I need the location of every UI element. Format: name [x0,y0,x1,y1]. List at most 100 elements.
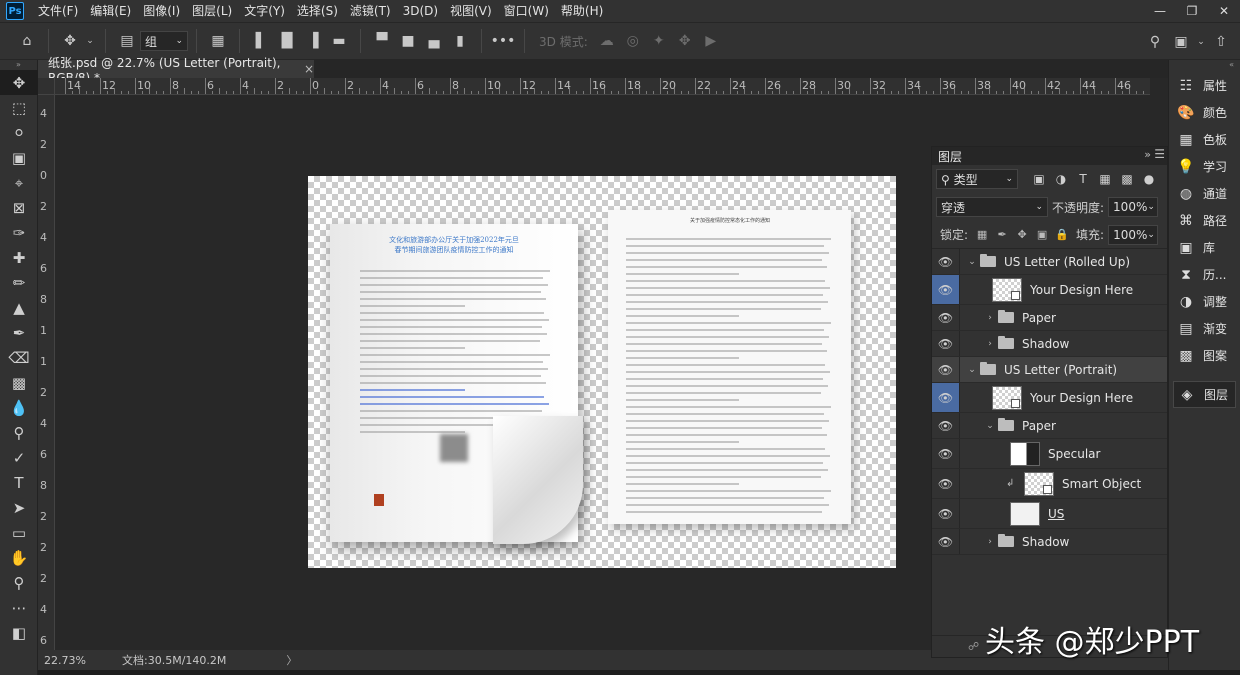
crop-tool-icon[interactable]: ⌖ [0,170,38,195]
smart-object-filter-icon[interactable]: ▩ [1116,172,1138,186]
lock-position-icon[interactable]: ✥ [1012,228,1032,241]
close-icon[interactable]: × [304,62,314,76]
horizontal-ruler[interactable]: 14 12 10 8 6 4 2 0 2 4 6 8 10 12 14 16 18 20 22 24 26 28 30 32 3… [55,78,1150,95]
shape-filter-icon[interactable]: ▦ [1094,172,1116,186]
lasso-tool-icon[interactable]: ⚪ [0,120,38,145]
layer-row[interactable]: 👁 Your Design Here [932,275,1167,305]
workspace-icon[interactable]: ▣ [1170,31,1192,53]
history-brush-tool-icon[interactable]: ✒ [0,320,38,345]
chevron-down-icon[interactable]: ⌄ [966,365,978,375]
dock-item[interactable]: 💡 学习 [1169,153,1240,180]
opacity-input[interactable]: 100% ⌄ [1108,197,1159,217]
pixel-filter-icon[interactable]: ▣ [1028,172,1050,186]
ruler-origin[interactable] [38,78,55,95]
status-menu-arrow[interactable]: 〉 [286,652,297,668]
hand-tool-icon[interactable]: ✋ [0,545,38,570]
align-bottom-icon[interactable]: ▄ [423,30,445,52]
layer-row[interactable]: 👁 › Paper [932,305,1167,331]
layer-row[interactable]: 👁 ⌄ US Letter (Portrait) [932,357,1167,383]
dock-item[interactable]: ◍ 通道 [1169,180,1240,207]
align-middle-icon[interactable]: ■ [397,30,419,52]
panel-menu-icon[interactable]: ☰ [1154,147,1165,161]
adjustment-filter-icon[interactable]: ◑ [1050,172,1072,186]
home-icon[interactable]: ⌂ [16,30,38,52]
align-center-icon[interactable]: █ [276,30,298,52]
layers-panel-title[interactable]: 图层 [938,148,962,165]
collapse-icon[interactable]: « [1169,60,1240,72]
layer-row[interactable]: 👁 ⌄ Paper [932,413,1167,439]
menu-item[interactable]: 窗口(W) [498,0,555,22]
layer-row[interactable]: 👁 Specular [932,439,1167,469]
dock-item[interactable]: ⧗ 历... [1169,261,1240,288]
pen-tool-icon[interactable]: ✓ [0,445,38,470]
distribute-vertical-icon[interactable]: ▮ [449,30,471,52]
visibility-eye-icon[interactable]: 👁 [932,357,960,382]
zoom-tool-icon[interactable]: ⚲ [0,570,38,595]
chevron-right-icon[interactable]: › [984,537,996,547]
dock-item[interactable]: ▤ 渐变 [1169,315,1240,342]
search-icon[interactable]: ⚲ [1144,31,1166,53]
collapse-icon[interactable]: » [1144,148,1151,161]
fill-input[interactable]: 100% ⌄ [1108,224,1159,245]
visibility-eye-icon[interactable]: 👁 [932,383,960,412]
align-right-icon[interactable]: ▐ [302,30,324,52]
link-layers-icon[interactable]: ☍ [968,640,979,653]
dock-item[interactable]: ☷ 属性 [1169,72,1240,99]
transform-controls-icon[interactable]: ▦ [207,30,229,52]
blend-mode-dropdown[interactable]: 穿透 ⌄ [936,197,1048,217]
layer-thumbnail[interactable] [992,277,1022,302]
restore-icon[interactable]: ❐ [1176,0,1208,22]
visibility-eye-icon[interactable]: 👁 [932,529,960,554]
document-tab[interactable]: 纸张.psd @ 22.7% (US Letter (Portrait), RG… [38,56,314,85]
menu-item[interactable]: 图层(L) [186,0,238,22]
menu-item[interactable]: 编辑(E) [84,0,137,22]
menu-item[interactable]: 文字(Y) [238,0,291,22]
path-select-tool-icon[interactable]: ➤ [0,495,38,520]
chevron-down-icon[interactable]: ⌄ [85,30,95,52]
zoom-level[interactable]: 22.73% [38,654,86,667]
align-left-icon[interactable]: ▌ [250,30,272,52]
object-select-tool-icon[interactable]: ▣ [0,145,38,170]
dock-item[interactable]: ▣ 库 [1169,234,1240,261]
dock-item[interactable]: ⌘ 路径 [1169,207,1240,234]
blur-tool-icon[interactable]: 💧 [0,395,38,420]
lock-transparency-icon[interactable]: ▦ [972,228,992,241]
vertical-ruler[interactable]: 4 2 0 2 4 6 8 1 1 2 4 6 8 2 2 2 4 6 [38,95,55,650]
visibility-eye-icon[interactable]: 👁 [932,331,960,356]
eyedropper-tool-icon[interactable]: ✑ [0,220,38,245]
visibility-eye-icon[interactable]: 👁 [932,413,960,438]
eraser-tool-icon[interactable]: ⌫ [0,345,38,370]
layer-thumbnail[interactable] [992,385,1022,410]
layer-filter-dropdown[interactable]: ⚲ 类型 ⌄ [936,169,1018,189]
layer-row[interactable]: 👁 US [932,499,1167,529]
layer-row[interactable]: 👁 ⌄ US Letter (Rolled Up) [932,249,1167,275]
filter-toggle-icon[interactable]: ● [1138,172,1160,186]
dock-item[interactable]: ◑ 调整 [1169,288,1240,315]
chevron-right-icon[interactable]: › [984,339,996,349]
collapse-icon[interactable]: » [0,60,37,70]
document-canvas[interactable]: 文化和旅游部办公厅关于加强2022年元旦 春节期间旅游团队疫情防控工作的通知 关… [308,176,896,568]
distribute-horizontal-icon[interactable]: ▬ [328,30,350,52]
visibility-eye-icon[interactable]: 👁 [932,469,960,498]
visibility-eye-icon[interactable]: 👁 [932,499,960,528]
menu-item[interactable]: 3D(D) [397,0,444,22]
lock-all-icon[interactable]: 🔒 [1052,228,1072,241]
dock-item[interactable]: ▩ 图案 [1169,342,1240,369]
chevron-down-icon[interactable]: ⌄ [1196,31,1206,53]
frame-tool-icon[interactable]: ⊠ [0,195,38,220]
dock-item[interactable]: 🎨 颜色 [1169,99,1240,126]
type-filter-icon[interactable]: T [1072,172,1094,186]
visibility-eye-icon[interactable]: 👁 [932,439,960,468]
dock-item[interactable]: ▦ 色板 [1169,126,1240,153]
layer-row[interactable]: 👁 ↲ Smart Object [932,469,1167,499]
marquee-tool-icon[interactable]: ⬚ [0,95,38,120]
chevron-right-icon[interactable]: › [984,313,996,323]
chevron-down-icon[interactable]: ⌄ [984,421,996,431]
chevron-down-icon[interactable]: ⌄ [966,257,978,267]
more-options-icon[interactable]: ••• [491,30,516,52]
healing-brush-tool-icon[interactable]: ✚ [0,245,38,270]
color-swatches-icon[interactable]: ◧ [0,620,38,645]
menu-item[interactable]: 视图(V) [444,0,498,22]
edit-toolbar-icon[interactable]: ⋯ [0,595,38,620]
layer-row[interactable]: 👁 Your Design Here [932,383,1167,413]
